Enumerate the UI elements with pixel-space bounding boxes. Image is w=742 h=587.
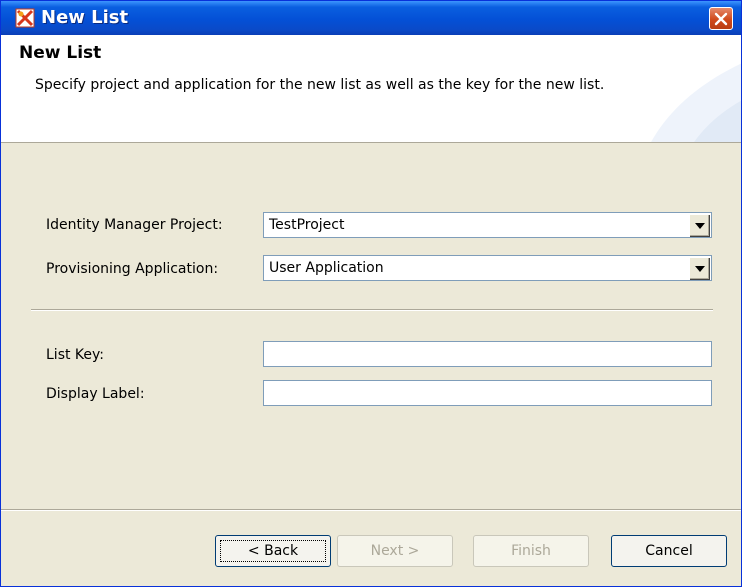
cancel-label: Cancel: [645, 543, 693, 559]
application-value: User Application: [269, 260, 384, 276]
new-list-app-icon: [15, 8, 35, 28]
list-key-label: List Key:: [46, 347, 105, 363]
window-title: New List: [41, 7, 129, 28]
chevron-down-icon[interactable]: [689, 214, 710, 237]
project-combo[interactable]: TestProject: [263, 212, 712, 238]
finish-button[interactable]: Finish: [473, 535, 589, 567]
back-button[interactable]: < Back: [215, 535, 331, 567]
close-button[interactable]: [709, 7, 733, 30]
project-label: Identity Manager Project:: [46, 217, 223, 233]
new-list-dialog: New List New List Specify project and ap…: [0, 0, 742, 587]
chevron-down-icon[interactable]: [689, 257, 710, 280]
next-button[interactable]: Next >: [337, 535, 453, 567]
application-combo[interactable]: User Application: [263, 255, 712, 281]
project-value: TestProject: [269, 217, 345, 233]
application-label: Provisioning Application:: [46, 261, 219, 277]
finish-label: Finish: [511, 543, 551, 559]
page-title: New List: [19, 43, 102, 63]
display-label-label: Display Label:: [46, 386, 145, 402]
title-bar[interactable]: New List: [1, 1, 741, 35]
back-label: < Back: [247, 543, 299, 559]
list-key-input[interactable]: [263, 341, 712, 367]
cancel-button[interactable]: Cancel: [611, 535, 727, 567]
display-label-input[interactable]: [263, 380, 712, 406]
form-separator: [31, 309, 713, 311]
wizard-header: New List Specify project and application…: [1, 35, 741, 143]
close-icon: [714, 12, 728, 26]
next-label: Next >: [370, 543, 420, 559]
page-description: Specify project and application for the …: [35, 77, 605, 93]
form-area: Identity Manager Project: TestProject Pr…: [1, 143, 741, 511]
footer-separator: [1, 509, 741, 511]
